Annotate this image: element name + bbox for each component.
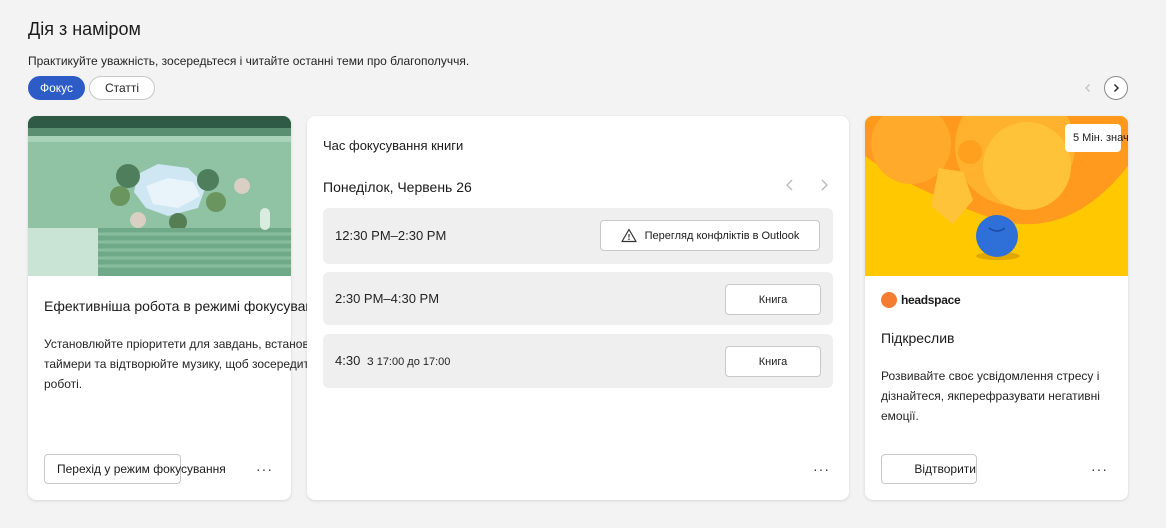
carousel-prev-button[interactable] (1076, 76, 1100, 100)
book-button[interactable]: Книга (725, 346, 821, 377)
headspace-card-description: Розвивайте своє усвідомлення стресу і ді… (881, 369, 1100, 423)
duration-badge: 5 Мін. значення (1065, 124, 1128, 152)
book-card-date: Понеділок, Червень 26 (323, 179, 472, 195)
enter-focus-mode-button[interactable]: Перехід у режим фокусування (44, 454, 226, 484)
play-button-label: Відтворити (914, 462, 976, 476)
focus-card: Ефективніша робота в режимі фокусування … (28, 116, 345, 500)
section-subtitle: Практикуйте уважність, зосередьтеся і чи… (28, 54, 470, 68)
slot-time: 2:30 PM–4:30 PM (335, 291, 440, 306)
book-card-title: Час фокусування книги (323, 138, 464, 153)
play-button[interactable]: Відтворити (881, 454, 977, 484)
chevron-right-icon (821, 179, 828, 191)
date-next-button[interactable] (819, 178, 829, 194)
view-conflicts-label: Перегляд конфліктів в Outlook (644, 229, 800, 242)
headspace-logo-icon (881, 292, 897, 308)
headspace-card: 5 Мін. значення headspace Підкреслив Роз… (865, 116, 1128, 500)
book-focus-card: Час фокусування книги Понеділок, Червень… (307, 116, 849, 500)
more-options-icon[interactable]: ··· (256, 461, 273, 477)
carousel-next-button[interactable] (1104, 76, 1128, 100)
book-button[interactable]: Книга (725, 284, 821, 315)
chevron-right-icon (1114, 84, 1119, 92)
filter-focus[interactable]: Фокус (28, 76, 85, 100)
headspace-brand: headspace (901, 293, 961, 307)
chevron-left-icon (786, 179, 793, 191)
view-conflicts-button[interactable]: Перегляд конфліктів в Outlook (600, 220, 820, 251)
slot-time: 4:30 (335, 353, 361, 368)
filter-articles[interactable]: Статті (89, 76, 155, 100)
section-title: Дія з наміром (28, 19, 141, 39)
focus-hero-image (28, 116, 291, 276)
focus-card-title: Ефективніша робота в режимі фокусування (44, 298, 329, 314)
time-slot: 2:30 PM–4:30 PM Книга (323, 272, 833, 325)
time-slot: 4:30 З 17:00 до 17:00 Книга (323, 334, 833, 388)
more-options-icon[interactable]: ··· (1091, 461, 1108, 477)
date-prev-button[interactable] (785, 178, 795, 194)
slot-time-detail: З 17:00 до 17:00 (367, 356, 451, 368)
warning-icon (620, 228, 637, 243)
enter-focus-mode-label: Перехід у режим фокусування (57, 462, 226, 476)
time-slot: 12:30 PM–2:30 PM Перегляд конфліктів в O… (323, 208, 833, 264)
chevron-left-icon (1085, 84, 1090, 92)
slot-time: 12:30 PM–2:30 PM (335, 228, 447, 243)
headspace-card-title: Підкреслив (881, 330, 955, 346)
more-options-icon[interactable]: ··· (813, 461, 830, 477)
